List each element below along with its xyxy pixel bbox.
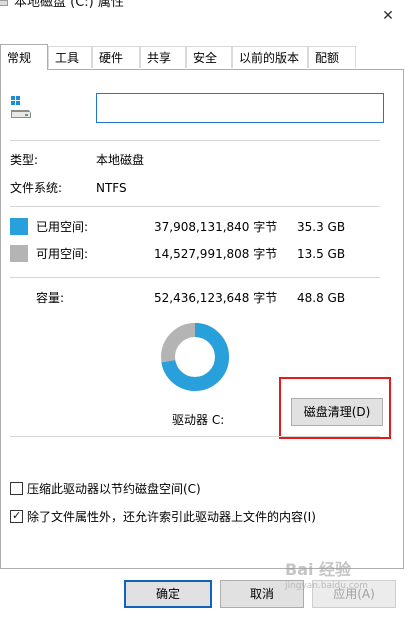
type-label: 类型: (10, 153, 39, 167)
disk-usage-donut (161, 323, 229, 391)
close-icon[interactable]: ✕ (380, 8, 396, 24)
ok-button[interactable]: 确定 (124, 580, 212, 608)
title-bar: 本地磁盘 (C:) 属性 ✕ (0, 0, 408, 40)
drive-icon (0, 0, 8, 6)
tab-sharing[interactable]: 共享 (140, 46, 186, 68)
used-space-gb: 35.3 GB (297, 220, 346, 234)
tab-general[interactable]: 常规 (0, 44, 48, 70)
free-space-swatch (10, 245, 28, 262)
compress-label: 压缩此驱动器以节约磁盘空间(C) (27, 482, 201, 496)
free-space-bytes: 14,527,991,808 字节 (154, 247, 278, 261)
type-value: 本地磁盘 (96, 153, 145, 167)
drive-name-input[interactable] (96, 93, 384, 123)
used-space-bytes: 37,908,131,840 字节 (154, 220, 278, 234)
properties-dialog: 本地磁盘 (C:) 属性 ✕ 常规 工具 硬件 共享 安全 以前的版本 配额 类… (0, 0, 408, 618)
compress-checkbox[interactable] (10, 482, 23, 495)
used-space-swatch (10, 218, 28, 235)
capacity-bytes: 52,436,123,648 字节 (154, 291, 278, 305)
divider (10, 206, 380, 207)
watermark: Bai 经验 jingyan.baidu.com (285, 560, 405, 616)
divider (10, 140, 380, 141)
free-space-label: 可用空间: (36, 247, 89, 261)
tab-security[interactable]: 安全 (186, 46, 232, 68)
capacity-label: 容量: (36, 291, 65, 305)
watermark-text: Bai 经验 (285, 560, 352, 579)
tab-quota[interactable]: 配额 (308, 46, 356, 68)
filesystem-label: 文件系统: (10, 181, 63, 195)
filesystem-value: NTFS (96, 181, 127, 195)
index-label: 除了文件属性外，还允许索引此驱动器上文件的内容(I) (27, 510, 316, 524)
free-space-gb: 13.5 GB (297, 247, 346, 261)
capacity-gb: 48.8 GB (297, 291, 346, 305)
divider (10, 277, 380, 278)
drive-letter-label: 驱动器 C: (172, 413, 225, 427)
disk-cleanup-button[interactable]: 磁盘清理(D) (291, 398, 383, 426)
tab-previous-versions[interactable]: 以前的版本 (232, 46, 308, 68)
window-title: 本地磁盘 (C:) 属性 (14, 0, 124, 10)
check-icon: ✓ (12, 509, 22, 522)
drive-icon (11, 96, 31, 118)
index-checkbox[interactable]: ✓ (10, 509, 23, 523)
used-space-label: 已用空间: (36, 220, 89, 234)
tab-tools[interactable]: 工具 (48, 46, 92, 68)
watermark-subtext: jingyan.baidu.com (285, 581, 369, 591)
divider (10, 436, 380, 437)
tab-hardware[interactable]: 硬件 (92, 46, 140, 68)
